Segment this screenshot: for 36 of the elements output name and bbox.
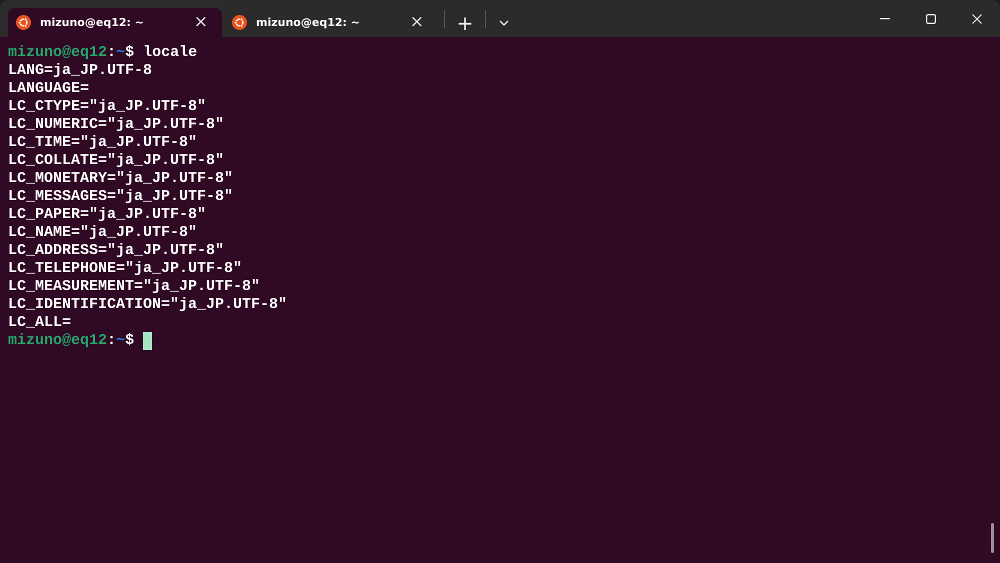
output-line: LC_MEASUREMENT="ja_JP.UTF-8" [8, 278, 260, 296]
maximize-icon [926, 14, 936, 24]
close-tab-button[interactable]: × [190, 14, 212, 31]
new-tab-button[interactable]: + [449, 8, 481, 37]
chevron-down-icon [499, 20, 509, 26]
prompt-user-host: mizuno@eq12 [8, 332, 108, 350]
prompt-path: ~ [116, 332, 126, 350]
ubuntu-logo-icon [232, 15, 247, 30]
terminal-tab[interactable]: mizuno@eq12: ~ × [8, 8, 222, 37]
prompt-sign: $ [125, 332, 134, 350]
output-line: LANGUAGE= [8, 80, 90, 98]
prompt-path: ~ [116, 44, 126, 62]
prompt-separator: : [107, 332, 116, 350]
output-line: LC_COLLATE="ja_JP.UTF-8" [8, 152, 224, 170]
output-line: LC_TIME="ja_JP.UTF-8" [8, 134, 198, 152]
output-line: LC_CTYPE="ja_JP.UTF-8" [8, 98, 206, 116]
output-line: LC_MONETARY="ja_JP.UTF-8" [8, 170, 234, 188]
prompt-sign: $ [125, 44, 134, 62]
minimize-icon [880, 18, 890, 20]
close-tab-button[interactable]: × [406, 14, 428, 31]
output-line: LC_ALL= [8, 314, 72, 332]
output-line: LC_ADDRESS="ja_JP.UTF-8" [8, 242, 224, 260]
output-line: LC_IDENTIFICATION="ja_JP.UTF-8" [8, 296, 288, 314]
output-line: LANG=ja_JP.UTF-8 [8, 62, 152, 80]
ubuntu-logo-icon [16, 15, 31, 30]
output-line: LC_NUMERIC="ja_JP.UTF-8" [8, 116, 224, 134]
terminal-tab[interactable]: mizuno@eq12: ~ × [224, 8, 438, 37]
output-line: LC_TELEPHONE="ja_JP.UTF-8" [8, 260, 242, 278]
output-line: LC_NAME="ja_JP.UTF-8" [8, 224, 198, 242]
output-line: LC_MESSAGES="ja_JP.UTF-8" [8, 188, 234, 206]
command-text: locale [143, 44, 198, 62]
prompt-user-host: mizuno@eq12 [8, 44, 108, 62]
scrollbar-thumb[interactable] [991, 523, 994, 553]
close-icon [972, 14, 982, 24]
output-line: LC_PAPER="ja_JP.UTF-8" [8, 206, 206, 224]
prompt-separator: : [107, 44, 116, 62]
